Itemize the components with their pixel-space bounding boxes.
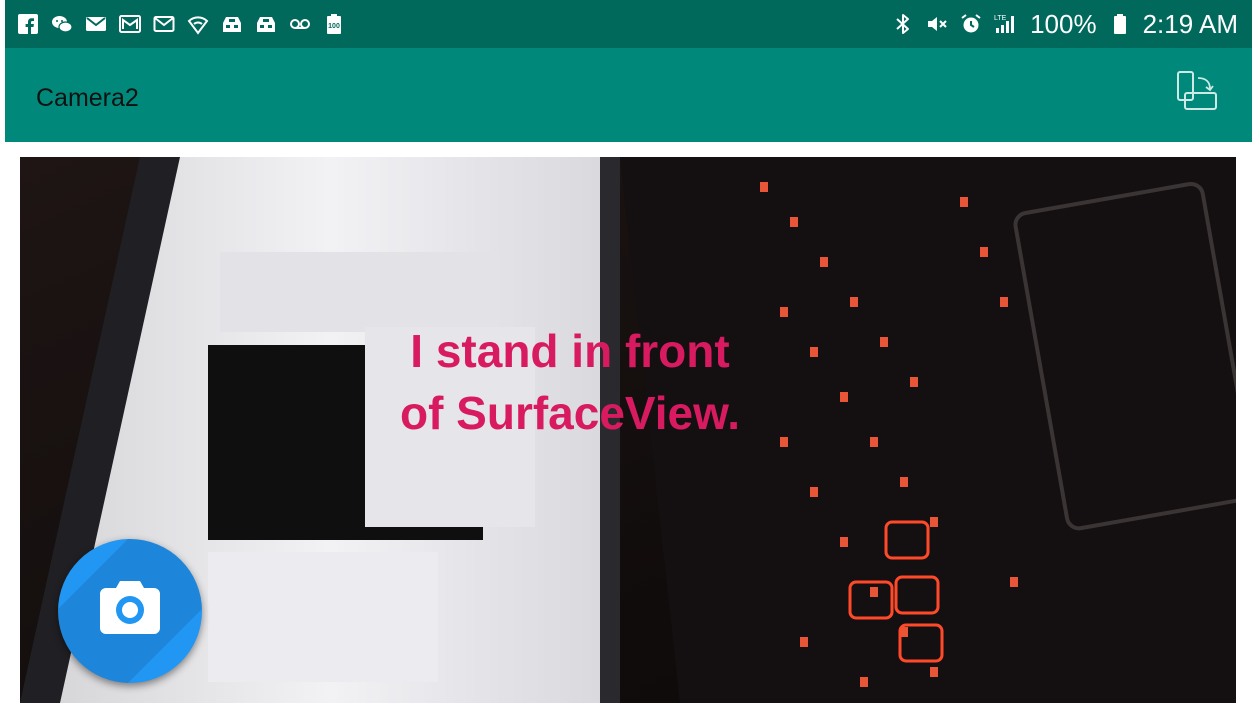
voicemail-icon xyxy=(289,13,311,35)
camera-preview[interactable]: I stand in front of SurfaceView. xyxy=(20,157,1236,703)
facebook-icon xyxy=(17,13,39,35)
network-label: LTE xyxy=(994,15,1007,22)
overlay-line-1: I stand in front xyxy=(410,325,730,377)
lte-signal-icon: LTE xyxy=(994,13,1016,35)
surfaceview-overlay-text: I stand in front of SurfaceView. xyxy=(350,320,790,444)
screen-rotation-button[interactable] xyxy=(1174,69,1220,120)
wifi-shield-icon xyxy=(187,13,209,35)
wechat-icon xyxy=(51,13,73,35)
camera-icon xyxy=(94,573,166,650)
take-picture-button[interactable] xyxy=(58,539,202,683)
email-icon xyxy=(85,13,107,35)
app-title: Camera2 xyxy=(36,84,139,112)
mute-icon xyxy=(926,13,948,35)
app-toolbar: Camera2 xyxy=(5,48,1252,142)
overlay-line-2: of SurfaceView. xyxy=(399,387,740,439)
mini-battery-label: 100 xyxy=(328,23,340,30)
battery-percent: 100% xyxy=(1030,8,1097,39)
gmail-icon xyxy=(119,13,141,35)
game-icon xyxy=(221,13,243,35)
game-icon xyxy=(255,13,277,35)
battery-icon xyxy=(1109,13,1131,35)
battery-100-icon: 100 xyxy=(323,13,345,35)
screen-rotation-icon xyxy=(1174,69,1220,120)
bluetooth-icon xyxy=(892,13,914,35)
system-indicators: LTE 100% 2:19 AM xyxy=(892,9,1238,40)
notification-icons: 100 xyxy=(17,13,345,35)
clock: 2:19 AM xyxy=(1142,8,1238,39)
status-bar: 100 LTE 100% 2:19 AM xyxy=(5,0,1252,48)
email-outline-icon xyxy=(153,13,175,35)
alarm-icon xyxy=(960,13,982,35)
